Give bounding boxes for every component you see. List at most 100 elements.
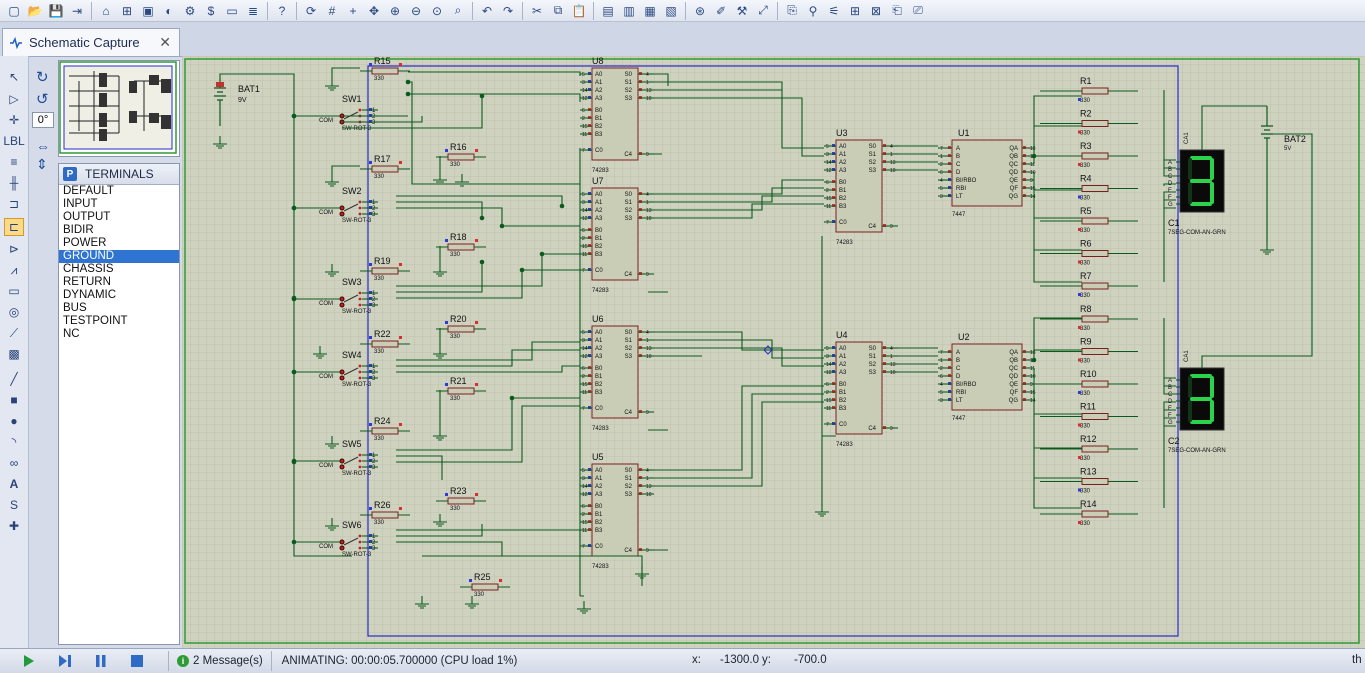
circle-icon[interactable]: ●: [4, 412, 24, 430]
schematic-drawing[interactable]: BAT19V SW1COMSW-ROT-3123SW2COMSW-ROT-3123…: [182, 56, 1365, 648]
text-script-icon[interactable]: ≡: [4, 153, 24, 171]
rotate-clockwise-icon[interactable]: ↻: [36, 68, 49, 86]
close-tab-icon[interactable]: ✕: [159, 34, 171, 51]
play-button[interactable]: [18, 651, 40, 671]
component-mode-icon[interactable]: ▷: [4, 90, 24, 108]
tape-recorder-icon[interactable]: ▭: [4, 282, 24, 300]
redo-icon[interactable]: ↷: [498, 1, 518, 21]
adder-input-pin-label: A2: [839, 160, 847, 166]
buses-icon[interactable]: ╫: [4, 174, 24, 192]
line-icon[interactable]: ╱: [4, 370, 24, 388]
pan-icon[interactable]: ✥: [364, 1, 384, 21]
remove-sheet-icon[interactable]: ⊠: [866, 1, 886, 21]
zoom-all-icon[interactable]: ⊙: [427, 1, 447, 21]
box-icon[interactable]: ■: [4, 391, 24, 409]
bcd-decoder-ic[interactable]: U17447A7B1C2D6BI/RBO4RBI5LT3QA13QB12QC11…: [940, 128, 1036, 218]
mirror-vertical-icon[interactable]: ⇕: [36, 156, 48, 173]
pause-button[interactable]: [90, 651, 112, 671]
wire-autorouter-icon[interactable]: ⎘: [782, 1, 802, 21]
zoom-in-icon[interactable]: ⊕: [385, 1, 405, 21]
arc-icon[interactable]: ◝: [4, 433, 24, 451]
pcb-icon[interactable]: ▣: [138, 1, 158, 21]
netlist-icon[interactable]: ⎗: [887, 1, 907, 21]
make-device-icon[interactable]: ✐: [711, 1, 731, 21]
terminal-item[interactable]: OUTPUT: [59, 211, 179, 224]
cut-icon[interactable]: ✂: [527, 1, 547, 21]
schematic-canvas[interactable]: BAT1 9V SW1 COM SW-ROT-3 1 2 3 SW2 COM SW-ROT-3 1 2 3…: [182, 56, 1365, 648]
terminals-mode-icon[interactable]: ⊏: [4, 218, 24, 236]
terminal-item[interactable]: DYNAMIC: [59, 289, 179, 302]
home-icon[interactable]: ⌂: [96, 1, 116, 21]
device-pins-icon[interactable]: ⊳: [4, 240, 24, 258]
rotate-anticlockwise-icon[interactable]: ↺: [36, 90, 49, 108]
save-icon[interactable]: 💾: [46, 1, 66, 21]
schematic-graphic: [475, 493, 478, 496]
open-folder-icon[interactable]: 📂: [25, 1, 45, 21]
zoom-area-icon[interactable]: ⌕: [448, 1, 468, 21]
paste-icon[interactable]: 📋: [569, 1, 589, 21]
bom-icon[interactable]: $: [201, 1, 221, 21]
terminal-item[interactable]: POWER: [59, 237, 179, 250]
stop-button[interactable]: [126, 651, 148, 671]
bcd-decoder-ic[interactable]: U27447A7B1C2D6BI/RBO4RBI5LT3QA13QB12QC11…: [940, 332, 1036, 422]
3d-view-icon[interactable]: ⚙: [180, 1, 200, 21]
zoom-out-icon[interactable]: ⊖: [406, 1, 426, 21]
terminal-item[interactable]: GROUND: [59, 250, 179, 263]
wire-label-icon[interactable]: LBL: [3, 132, 24, 150]
search-tag-icon[interactable]: ⚲: [803, 1, 823, 21]
adder-input-pin-number: 15: [582, 382, 588, 388]
adder-input-pin-label: A2: [595, 346, 603, 352]
terminal-item[interactable]: RETURN: [59, 276, 179, 289]
decoder-input-pin-label: D: [956, 374, 961, 380]
graph-mode-icon[interactable]: ⩘: [4, 261, 24, 279]
refresh-icon[interactable]: ⟳: [301, 1, 321, 21]
terminal-item[interactable]: INPUT: [59, 198, 179, 211]
terminal-item[interactable]: CHASSIS: [59, 263, 179, 276]
step-button[interactable]: [54, 651, 76, 671]
new-file-icon[interactable]: ▢: [4, 1, 24, 21]
block-rotate-icon[interactable]: ▦: [640, 1, 660, 21]
marker-icon[interactable]: ✚: [4, 517, 24, 535]
mirror-horizontal-icon[interactable]: ⇔: [36, 138, 50, 154]
packaging-tool-icon[interactable]: ⚒: [732, 1, 752, 21]
schematic-graphic: [447, 387, 475, 395]
terminal-item[interactable]: BIDIR: [59, 224, 179, 237]
generator-icon[interactable]: ◎: [4, 303, 24, 321]
pick-devices-button[interactable]: P: [63, 167, 77, 181]
block-copy-icon[interactable]: ▤: [598, 1, 618, 21]
import-icon[interactable]: ⇥: [67, 1, 87, 21]
terminal-item[interactable]: TESTPOINT: [59, 315, 179, 328]
messages-button[interactable]: i 2 Message(s): [168, 651, 272, 671]
copy-icon[interactable]: ⧉: [548, 1, 568, 21]
path-icon[interactable]: ∞: [4, 454, 24, 472]
electrical-rule-check-icon[interactable]: ⎚: [908, 1, 928, 21]
terminal-item[interactable]: NC: [59, 328, 179, 341]
gerber-icon[interactable]: ◐: [159, 1, 179, 21]
virtual-instruments-icon[interactable]: ▩: [4, 345, 24, 363]
rotation-angle-field[interactable]: 0°: [32, 112, 54, 128]
text-icon[interactable]: A: [4, 475, 24, 493]
help-icon[interactable]: ?: [272, 1, 292, 21]
schematic-icon[interactable]: ⊞: [117, 1, 137, 21]
selection-mode-icon[interactable]: ↖: [4, 68, 24, 86]
symbol-icon[interactable]: S: [4, 496, 24, 514]
new-sheet-icon[interactable]: ⊞: [845, 1, 865, 21]
junction-dot-icon[interactable]: ✛: [4, 111, 24, 129]
terminal-item[interactable]: DEFAULT: [59, 185, 179, 198]
undo-icon[interactable]: ↶: [477, 1, 497, 21]
adder-input-pin-number: 6: [582, 108, 585, 114]
origin-icon[interactable]: +: [343, 1, 363, 21]
subcircuit-icon[interactable]: ⊐: [4, 195, 24, 213]
notes-icon[interactable]: ≣: [243, 1, 263, 21]
property-tool-icon[interactable]: ⚟: [824, 1, 844, 21]
grid-icon[interactable]: #: [322, 1, 342, 21]
pick-parts-icon[interactable]: ⊛: [690, 1, 710, 21]
block-delete-icon[interactable]: ▧: [661, 1, 681, 21]
block-move-icon[interactable]: ▥: [619, 1, 639, 21]
voltage-probe-icon[interactable]: ⟋: [4, 324, 24, 342]
terminal-item[interactable]: BUS: [59, 302, 179, 315]
decompose-icon[interactable]: ⤢: [753, 1, 773, 21]
overview-window[interactable]: [58, 60, 180, 157]
design-explorer-icon[interactable]: ▭: [222, 1, 242, 21]
tab-schematic-capture[interactable]: Schematic Capture ✕: [2, 28, 180, 56]
